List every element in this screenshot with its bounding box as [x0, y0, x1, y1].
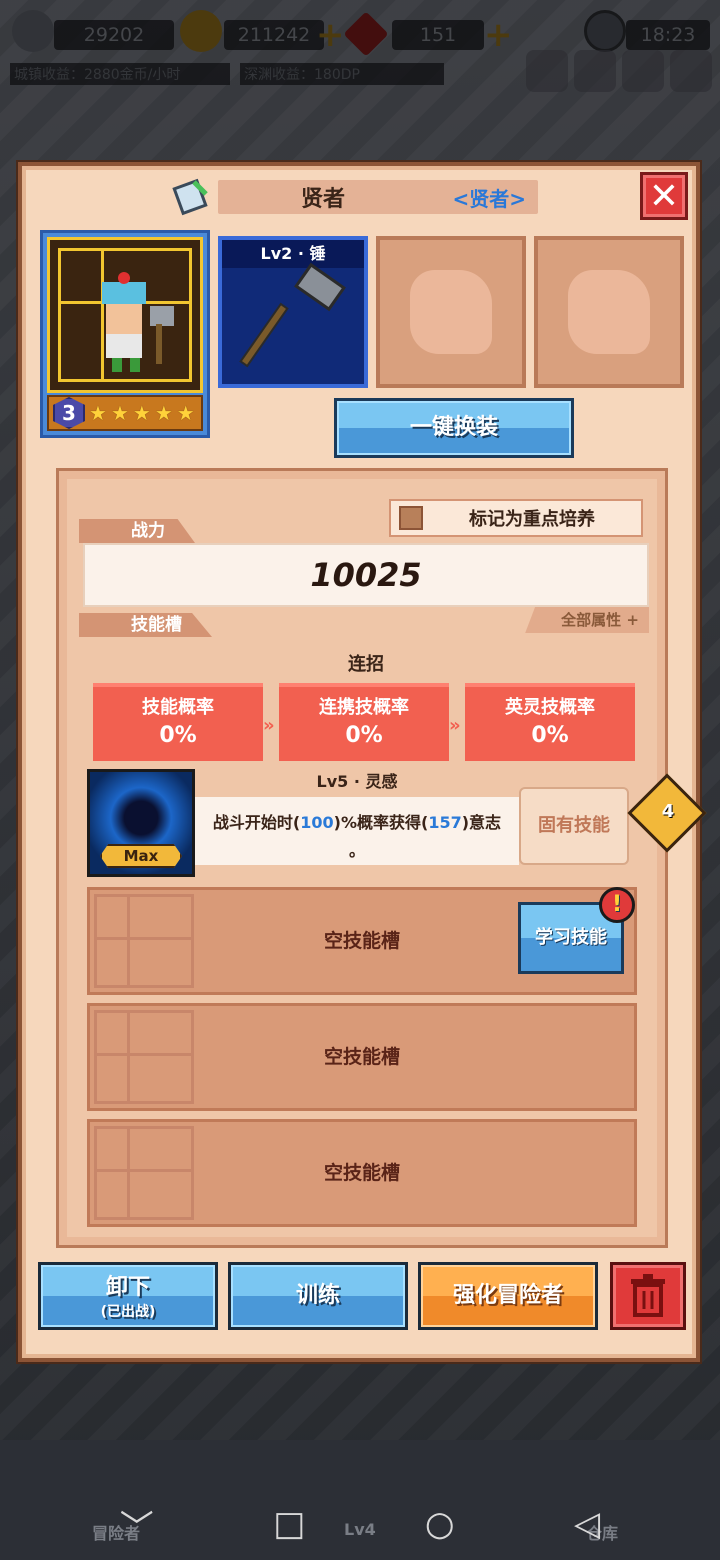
combo-value: 0% — [531, 723, 569, 748]
skill-name: Lv5 · 灵感 — [316, 772, 398, 791]
hero-portrait — [47, 237, 203, 393]
hero-rank-bar: 3 ★ ★ ★ ★ ★ — [47, 395, 203, 431]
star-icon: ★ — [89, 401, 107, 425]
skill-slot-1[interactable]: Max Lv5 · 灵感 战斗开始时(100)%概率获得(157)意志。 固有技… — [87, 769, 707, 879]
unequip-sublabel: (已出战) — [100, 1304, 156, 1320]
chain-skill-chance-box: 连携技概率 0% — [279, 683, 449, 761]
plus-icon: + — [626, 611, 639, 629]
hero-class-tag[interactable]: <贤者> — [452, 183, 526, 212]
hero-level-badge: 3 — [53, 397, 85, 429]
accessory-silhouette-icon — [568, 270, 650, 354]
skill-gem-count: 4 — [661, 801, 675, 822]
power-value: 10025 — [83, 543, 649, 607]
empty-skill-label: 空技能槽 — [323, 1162, 400, 1184]
enhance-label: 强化冒险者 — [452, 1283, 563, 1308]
all-attributes-label: 全部属性 — [561, 611, 622, 629]
unequip-label: 卸下 — [105, 1275, 150, 1300]
hero-portrait-slot[interactable]: 3 ★ ★ ★ ★ ★ — [40, 230, 210, 438]
empty-skill-slot[interactable]: 空技能槽 — [87, 1119, 637, 1227]
skill-description: 战斗开始时(100)%概率获得(157)意志。 — [212, 813, 502, 860]
star-icon: ★ — [176, 401, 195, 425]
innate-skill-button[interactable]: 固有技能 — [519, 787, 629, 865]
one-click-equip-button[interactable]: 一键换装 — [334, 398, 574, 458]
mark-focus-label: 标记为重点培养 — [469, 509, 595, 530]
combo-label: 技能概率 — [142, 697, 214, 718]
combo-title: 连招 — [348, 654, 384, 675]
learn-skill-button[interactable]: 学习技能 ! — [518, 887, 635, 974]
home-icon[interactable]: ○ — [425, 1504, 455, 1544]
chevron-right-icon: » — [263, 715, 275, 736]
spirit-skill-chance-box: 英灵技概率 0% — [465, 683, 635, 761]
combo-label: 英灵技概率 — [505, 697, 595, 718]
back-icon[interactable]: ◁ — [574, 1504, 600, 1544]
train-button[interactable]: 训练 — [228, 1262, 408, 1330]
combo-label: 连携技概率 — [319, 697, 409, 718]
mark-checkbox[interactable] — [399, 506, 423, 530]
recent-apps-icon[interactable]: □ — [273, 1504, 305, 1544]
chevron-down-icon[interactable]: ﹀ — [120, 1500, 154, 1549]
power-tab-label: 战力 — [79, 519, 195, 543]
learn-skill-label: 学习技能 — [535, 927, 607, 948]
star-icon: ★ — [110, 401, 129, 425]
close-button[interactable]: ✕ — [640, 172, 688, 220]
train-label: 训练 — [295, 1283, 340, 1308]
weapon-slot[interactable]: Lv2 · 锤 — [218, 236, 368, 388]
empty-skill-slot[interactable]: 空技能槽 — [87, 1003, 637, 1111]
all-attributes-button[interactable]: 全部属性 + — [525, 607, 649, 633]
delete-button[interactable] — [610, 1262, 686, 1330]
star-icon: ★ — [154, 401, 173, 425]
armor-silhouette-icon — [410, 270, 492, 354]
skill-slot-tab-label: 技能槽 — [79, 613, 212, 637]
combo-value: 0% — [345, 723, 383, 748]
hero-detail-dialog: 贤者 <贤者> ✕ 3 ★ ★ ★ ★ ★ Lv2 · 锤 一键换装 战力 标记… — [18, 162, 707, 1362]
edit-scroll-icon[interactable] — [172, 176, 212, 216]
system-nav-bar: ﹀ □ ○ ◁ — [0, 1488, 720, 1560]
stats-panel: 战力 标记为重点培养 10025 技能槽 全部属性 + 连招 技能概率 0% »… — [56, 468, 707, 1248]
accessory-slot[interactable] — [534, 236, 684, 388]
alert-icon: ! — [599, 887, 635, 923]
max-tag: Max — [100, 844, 182, 868]
combo-value: 0% — [159, 723, 197, 748]
trash-icon — [631, 1274, 665, 1317]
hero-sprite — [102, 272, 174, 372]
empty-skill-slot[interactable]: 空技能槽 学习技能 ! — [87, 887, 637, 995]
mark-focus-toggle[interactable]: 标记为重点培养 — [389, 499, 643, 537]
skill-chance-box: 技能概率 0% — [93, 683, 263, 761]
empty-skill-label: 空技能槽 — [323, 1046, 400, 1068]
combo-section: 连招 技能概率 0% » 连携技概率 0% » 英灵技概率 0% — [91, 651, 641, 767]
star-icon: ★ — [132, 401, 151, 425]
inspiration-skill-icon: Max — [87, 769, 195, 877]
hammer-icon — [239, 262, 346, 368]
armor-slot[interactable] — [376, 236, 526, 388]
hero-name: 贤者 — [300, 187, 345, 212]
unequip-button[interactable]: 卸下 (已出战) — [38, 1262, 218, 1330]
enhance-adventurer-button[interactable]: 强化冒险者 — [418, 1262, 598, 1330]
title-bar: 贤者 <贤者> — [218, 180, 538, 214]
chevron-right-icon: » — [449, 715, 461, 736]
